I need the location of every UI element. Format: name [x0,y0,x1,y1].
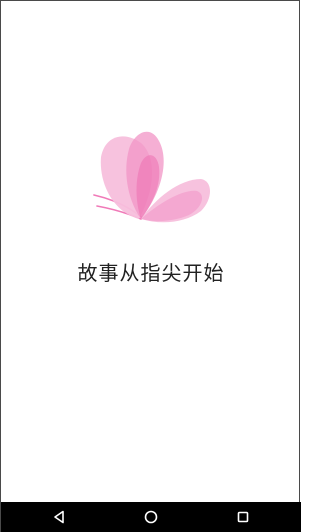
back-triangle-icon [54,510,64,524]
recents-square-icon [237,511,249,523]
app-screen: 故事从指尖开始 [0,0,301,532]
home-circle-icon [144,510,158,524]
butterfly-icon [93,131,210,223]
recents-button[interactable] [218,502,268,532]
home-button[interactable] [126,502,176,532]
back-button[interactable] [34,502,84,532]
splash-tagline: 故事从指尖开始 [77,261,225,285]
splash-screen: 故事从指尖开始 [1,1,301,503]
system-navigation-bar [1,502,301,532]
